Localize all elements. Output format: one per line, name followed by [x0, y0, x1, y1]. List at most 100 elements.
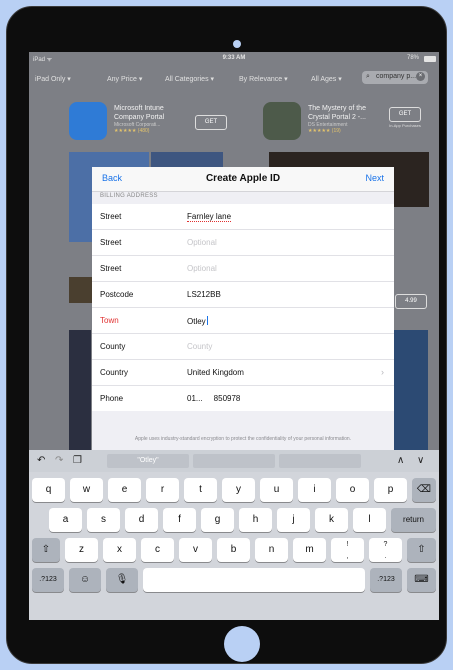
key-z[interactable]: z — [65, 538, 98, 562]
price-button[interactable]: 4.99 — [395, 294, 427, 309]
field-label: County — [100, 342, 126, 351]
field-label: Postcode — [100, 290, 134, 299]
emoji-key[interactable]: ☺ — [69, 568, 101, 592]
shift-key-right[interactable]: ⇧ — [407, 538, 436, 562]
app-title: Microsoft Intune Company Portal — [114, 105, 165, 121]
numbers-key-left[interactable]: .?123 — [32, 568, 64, 592]
paste-icon[interactable]: ❐ — [73, 455, 82, 466]
key-r[interactable]: r — [146, 478, 179, 502]
country-row[interactable]: Country United Kingdom › — [92, 360, 394, 386]
key-w[interactable]: w — [70, 478, 103, 502]
field-label: Country — [100, 368, 129, 377]
mystery-app-icon[interactable] — [263, 102, 301, 140]
street-input-1[interactable]: Farnley lane — [187, 212, 232, 222]
field-label: Street — [100, 238, 122, 247]
suggestion-slot[interactable] — [193, 454, 275, 468]
key-v[interactable]: v — [179, 538, 212, 562]
key-x[interactable]: x — [103, 538, 136, 562]
chevron-right-icon: › — [381, 367, 384, 377]
key-e[interactable]: e — [108, 478, 141, 502]
get-button-mystery[interactable]: GET — [389, 107, 421, 122]
key-h[interactable]: h — [239, 508, 272, 532]
next-button[interactable]: Next — [365, 173, 384, 183]
postcode-input[interactable]: LS212BB — [187, 290, 221, 299]
shift-key-left[interactable]: ⇧ — [32, 538, 60, 562]
search-field[interactable]: ⌕ company p... × — [362, 71, 428, 84]
shift-icon: ⇧ — [41, 544, 51, 555]
key-n[interactable]: n — [255, 538, 288, 562]
screenshot-thumb[interactable] — [69, 330, 91, 450]
phone-row[interactable]: Phone 01... 850978 — [92, 386, 394, 411]
section-label: BILLING ADDRESS — [100, 193, 158, 199]
street-input-2[interactable]: Optional — [187, 238, 217, 247]
key-d[interactable]: d — [125, 508, 158, 532]
key-bottom-char: . — [384, 553, 387, 560]
chevron-up-icon[interactable]: ∧ — [397, 455, 404, 466]
chevron-down-icon[interactable]: ∨ — [417, 455, 424, 466]
dictation-key[interactable]: 🎙 — [106, 568, 138, 592]
filter-sort[interactable]: By Relevance ▾ — [239, 75, 288, 83]
key-a[interactable]: a — [49, 508, 82, 532]
field-label: Street — [100, 212, 122, 221]
space-bar[interactable] — [143, 568, 365, 592]
key-exclamation[interactable]: ! , — [331, 538, 364, 562]
screen: iPad ᯤ 9:33 AM 78% iPad Only ▾ Any Price… — [29, 52, 439, 620]
town-input[interactable]: Otley — [187, 316, 208, 326]
battery-icon — [424, 56, 436, 62]
key-l[interactable]: l — [353, 508, 386, 532]
return-key[interactable]: return — [391, 508, 436, 532]
street-row-2[interactable]: Street Optional — [92, 230, 394, 256]
key-f[interactable]: f — [163, 508, 196, 532]
filter-categories[interactable]: All Categories ▾ — [165, 75, 214, 83]
screenshot-thumb[interactable] — [394, 330, 428, 450]
key-s[interactable]: s — [87, 508, 120, 532]
county-row[interactable]: County County — [92, 334, 394, 360]
app-card-mystery[interactable]: The Mystery of the Crystal Portal 2 -...… — [308, 104, 383, 134]
clear-search-icon[interactable]: × — [416, 72, 425, 81]
filter-ages[interactable]: All Ages ▾ — [311, 75, 342, 83]
redo-icon[interactable]: ↷ — [55, 455, 63, 466]
street-row-1[interactable]: Street Farnley lane — [92, 204, 394, 230]
key-b[interactable]: b — [217, 538, 250, 562]
phone-input[interactable]: 01... 850978 — [187, 394, 240, 403]
filter-device[interactable]: iPad Only ▾ — [35, 75, 71, 83]
key-question[interactable]: ? . — [369, 538, 402, 562]
street-row-3[interactable]: Street Optional — [92, 256, 394, 282]
key-top-char: ? — [383, 541, 388, 548]
key-g[interactable]: g — [201, 508, 234, 532]
home-button[interactable] — [224, 626, 260, 662]
key-i[interactable]: i — [298, 478, 331, 502]
hide-keyboard-key[interactable]: ⌨ — [407, 568, 436, 592]
key-p[interactable]: p — [374, 478, 407, 502]
key-y[interactable]: y — [222, 478, 255, 502]
county-input[interactable]: County — [187, 342, 212, 351]
undo-icon[interactable]: ↶ — [37, 455, 45, 466]
get-button-intune[interactable]: GET — [195, 115, 227, 130]
app-icon-partial[interactable] — [69, 277, 93, 303]
app-rating: ★★★★★ (19) — [308, 128, 341, 134]
numbers-key-right[interactable]: .?123 — [370, 568, 402, 592]
app-card-intune[interactable]: Microsoft Intune Company Portal Microsof… — [114, 104, 189, 134]
intune-app-icon[interactable] — [69, 102, 107, 140]
suggestion-slot[interactable] — [279, 454, 361, 468]
key-j[interactable]: j — [277, 508, 310, 532]
key-c[interactable]: c — [141, 538, 174, 562]
key-u[interactable]: u — [260, 478, 293, 502]
key-k[interactable]: k — [315, 508, 348, 532]
country-select[interactable]: United Kingdom — [187, 368, 244, 377]
town-row[interactable]: Town Otley — [92, 308, 394, 334]
autocorrect-suggestion[interactable]: "Otley" — [107, 454, 189, 468]
street-input-3[interactable]: Optional — [187, 264, 217, 273]
backspace-key[interactable]: ⌫ — [412, 478, 436, 502]
clock: 9:33 AM — [222, 55, 246, 61]
key-q[interactable]: q — [32, 478, 65, 502]
ipad-frame: iPad ᯤ 9:33 AM 78% iPad Only ▾ Any Price… — [6, 6, 447, 664]
field-label: Town — [100, 316, 119, 325]
key-t[interactable]: t — [184, 478, 217, 502]
postcode-row[interactable]: Postcode LS212BB — [92, 282, 394, 308]
sheet-header: Back Create Apple ID Next — [92, 167, 394, 192]
key-o[interactable]: o — [336, 478, 369, 502]
town-value: Otley — [187, 317, 206, 326]
key-m[interactable]: m — [293, 538, 326, 562]
filter-price[interactable]: Any Price ▾ — [107, 75, 142, 83]
